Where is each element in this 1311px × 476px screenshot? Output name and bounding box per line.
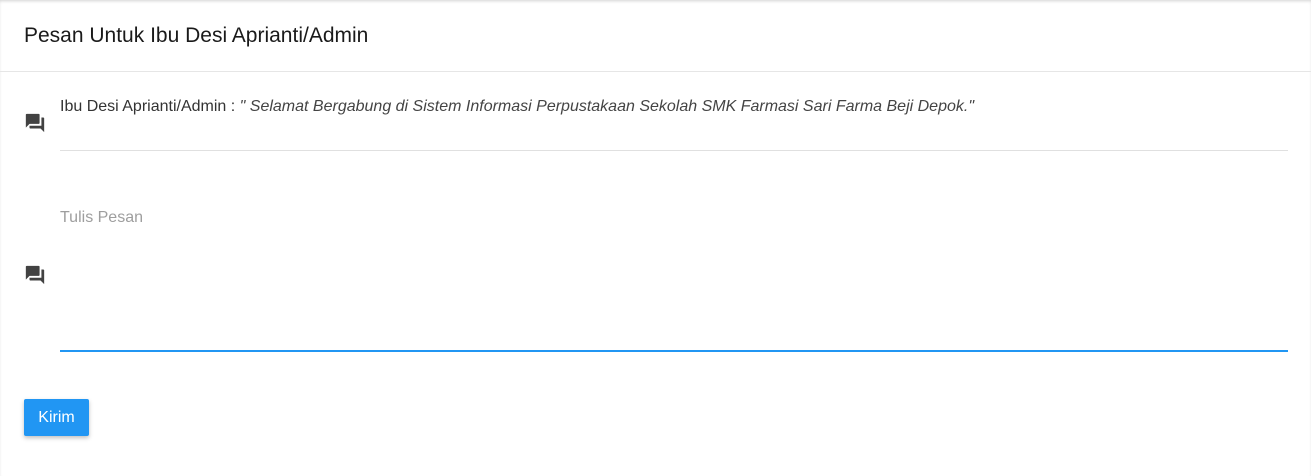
textarea-underline	[60, 350, 1288, 352]
message-field-label: Tulis Pesan	[60, 209, 143, 226]
received-message: Ibu Desi Aprianti/Admin : " Selamat Berg…	[60, 97, 974, 117]
message-text: " Selamat Bergabung di Sistem Informasi …	[239, 98, 974, 115]
message-sender: Ibu Desi Aprianti/Admin :	[60, 98, 236, 115]
forum-icon	[24, 264, 46, 286]
forum-icon	[24, 112, 46, 134]
page-title: Pesan Untuk Ibu Desi Aprianti/Admin	[24, 24, 369, 47]
message-textarea[interactable]	[60, 232, 1288, 350]
message-card: Pesan Untuk Ibu Desi Aprianti/Admin Ibu …	[0, 0, 1311, 476]
send-button[interactable]: Kirim	[24, 399, 89, 436]
divider	[60, 150, 1288, 151]
card-header: Pesan Untuk Ibu Desi Aprianti/Admin	[0, 0, 1311, 72]
